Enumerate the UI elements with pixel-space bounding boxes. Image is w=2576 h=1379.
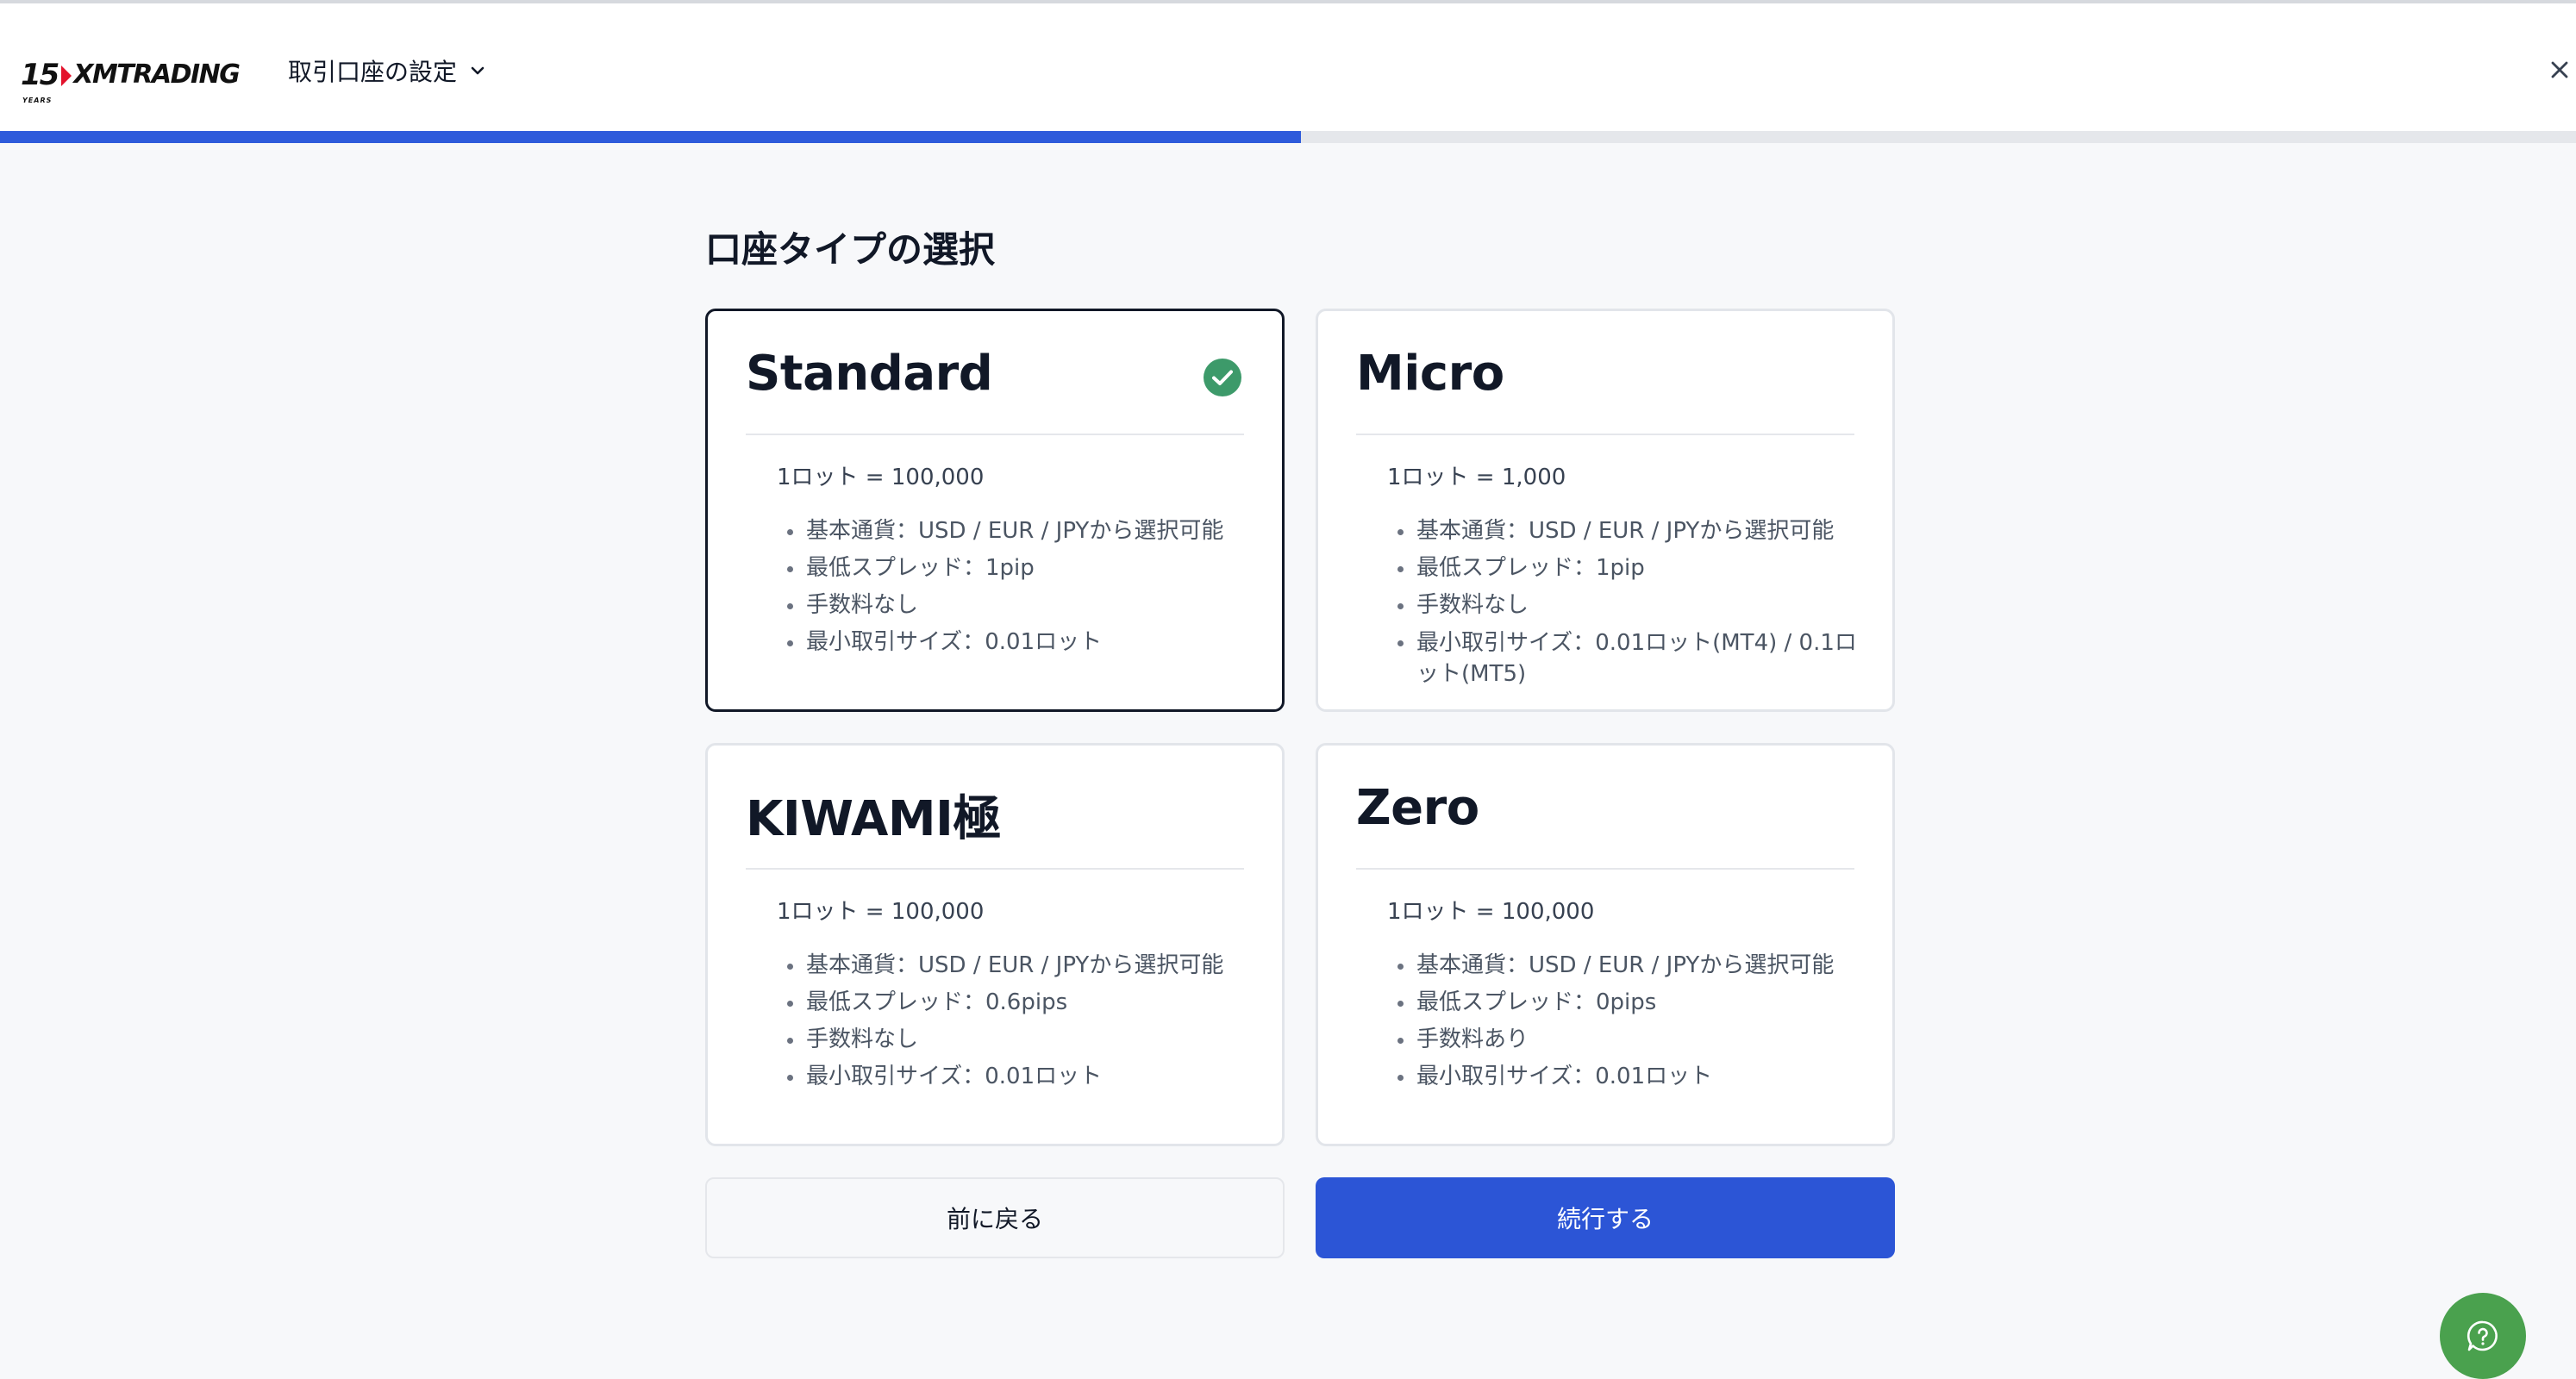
logo-wordmark: XMTRADING: [73, 59, 241, 90]
card-divider: [746, 868, 1244, 870]
feature-item: 最小取引サイズ：0.01ロット: [787, 1058, 1254, 1095]
feature-list: 基本通貨：USD / EUR / JPYから選択可能 最低スプレッド：1pip …: [1397, 513, 1865, 690]
lot-size: 1ロット = 100,000: [777, 465, 985, 490]
account-card-micro[interactable]: Micro 1ロット = 1,000 基本通貨：USD / EUR / JPYか…: [1316, 309, 1895, 712]
account-name: Zero: [1356, 780, 1479, 836]
account-card-zero[interactable]: Zero 1ロット = 100,000 基本通貨：USD / EUR / JPY…: [1316, 743, 1895, 1146]
lot-size: 1ロット = 100,000: [1387, 899, 1595, 925]
check-circle-icon: [1204, 359, 1241, 396]
account-name: Standard: [746, 346, 993, 402]
feature-item: 最低スプレッド：1pip: [787, 550, 1254, 587]
page-title: 口座タイプの選択: [705, 228, 996, 271]
card-divider: [746, 434, 1244, 435]
close-icon[interactable]: [2545, 55, 2574, 84]
continue-button[interactable]: 続行する: [1316, 1177, 1895, 1258]
feature-item: 基本通貨：USD / EUR / JPYから選択可能: [787, 947, 1254, 984]
feature-item: 最低スプレッド：0.6pips: [787, 984, 1254, 1021]
chevron-down-icon: [471, 66, 485, 75]
lot-size: 1ロット = 100,000: [777, 899, 985, 925]
feature-item: 基本通貨：USD / EUR / JPYから選択可能: [1397, 947, 1865, 984]
feature-item: 最低スプレッド：0pips: [1397, 984, 1865, 1021]
feature-item: 最小取引サイズ：0.01ロット: [1397, 1058, 1865, 1095]
feature-item: 最小取引サイズ：0.01ロット(MT4) / 0.1ロット(MT5): [1397, 624, 1865, 690]
feature-item: 手数料なし: [787, 1021, 1254, 1058]
back-button[interactable]: 前に戻る: [705, 1177, 1285, 1258]
progress-bar: [0, 131, 2576, 143]
help-chat-button[interactable]: [2440, 1293, 2526, 1379]
account-card-standard[interactable]: Standard 1ロット = 100,000 基本通貨：USD / EUR /…: [705, 309, 1285, 712]
feature-item: 基本通貨：USD / EUR / JPYから選択可能: [787, 513, 1254, 550]
feature-list: 基本通貨：USD / EUR / JPYから選択可能 最低スプレッド：1pip …: [787, 513, 1254, 661]
feature-item: 手数料なし: [1397, 587, 1865, 624]
lot-size: 1ロット = 1,000: [1387, 465, 1566, 490]
logo-years-text: YEARS: [22, 97, 53, 104]
logo-mark-icon: [61, 66, 72, 86]
account-name: KIWAMI極: [746, 791, 1001, 847]
logo-anniversary-number: 15 YEARS: [21, 60, 59, 104]
feature-item: 最低スプレッド：1pip: [1397, 550, 1865, 587]
top-bar: 15 YEARS XMTRADING 取引口座の設定: [0, 0, 2576, 131]
feature-item: 手数料なし: [787, 587, 1254, 624]
xmtrading-logo[interactable]: 15 YEARS XMTRADING: [21, 52, 241, 105]
feature-list: 基本通貨：USD / EUR / JPYから選択可能 最低スプレッド：0.6pi…: [787, 947, 1254, 1095]
account-card-kiwami[interactable]: KIWAMI極 1ロット = 100,000 基本通貨：USD / EUR / …: [705, 743, 1285, 1146]
feature-item: 最小取引サイズ：0.01ロット: [787, 624, 1254, 661]
feature-item: 手数料あり: [1397, 1021, 1865, 1058]
card-divider: [1356, 868, 1854, 870]
help-chat-icon: [2467, 1320, 2498, 1351]
account-name: Micro: [1356, 346, 1504, 402]
feature-list: 基本通貨：USD / EUR / JPYから選択可能 最低スプレッド：0pips…: [1397, 947, 1865, 1095]
feature-item: 基本通貨：USD / EUR / JPYから選択可能: [1397, 513, 1865, 550]
progress-bar-fill: [0, 131, 1301, 143]
breadcrumb-label: 取引口座の設定: [288, 58, 458, 86]
breadcrumb-dropdown[interactable]: 取引口座の設定: [288, 53, 486, 88]
card-divider: [1356, 434, 1854, 435]
